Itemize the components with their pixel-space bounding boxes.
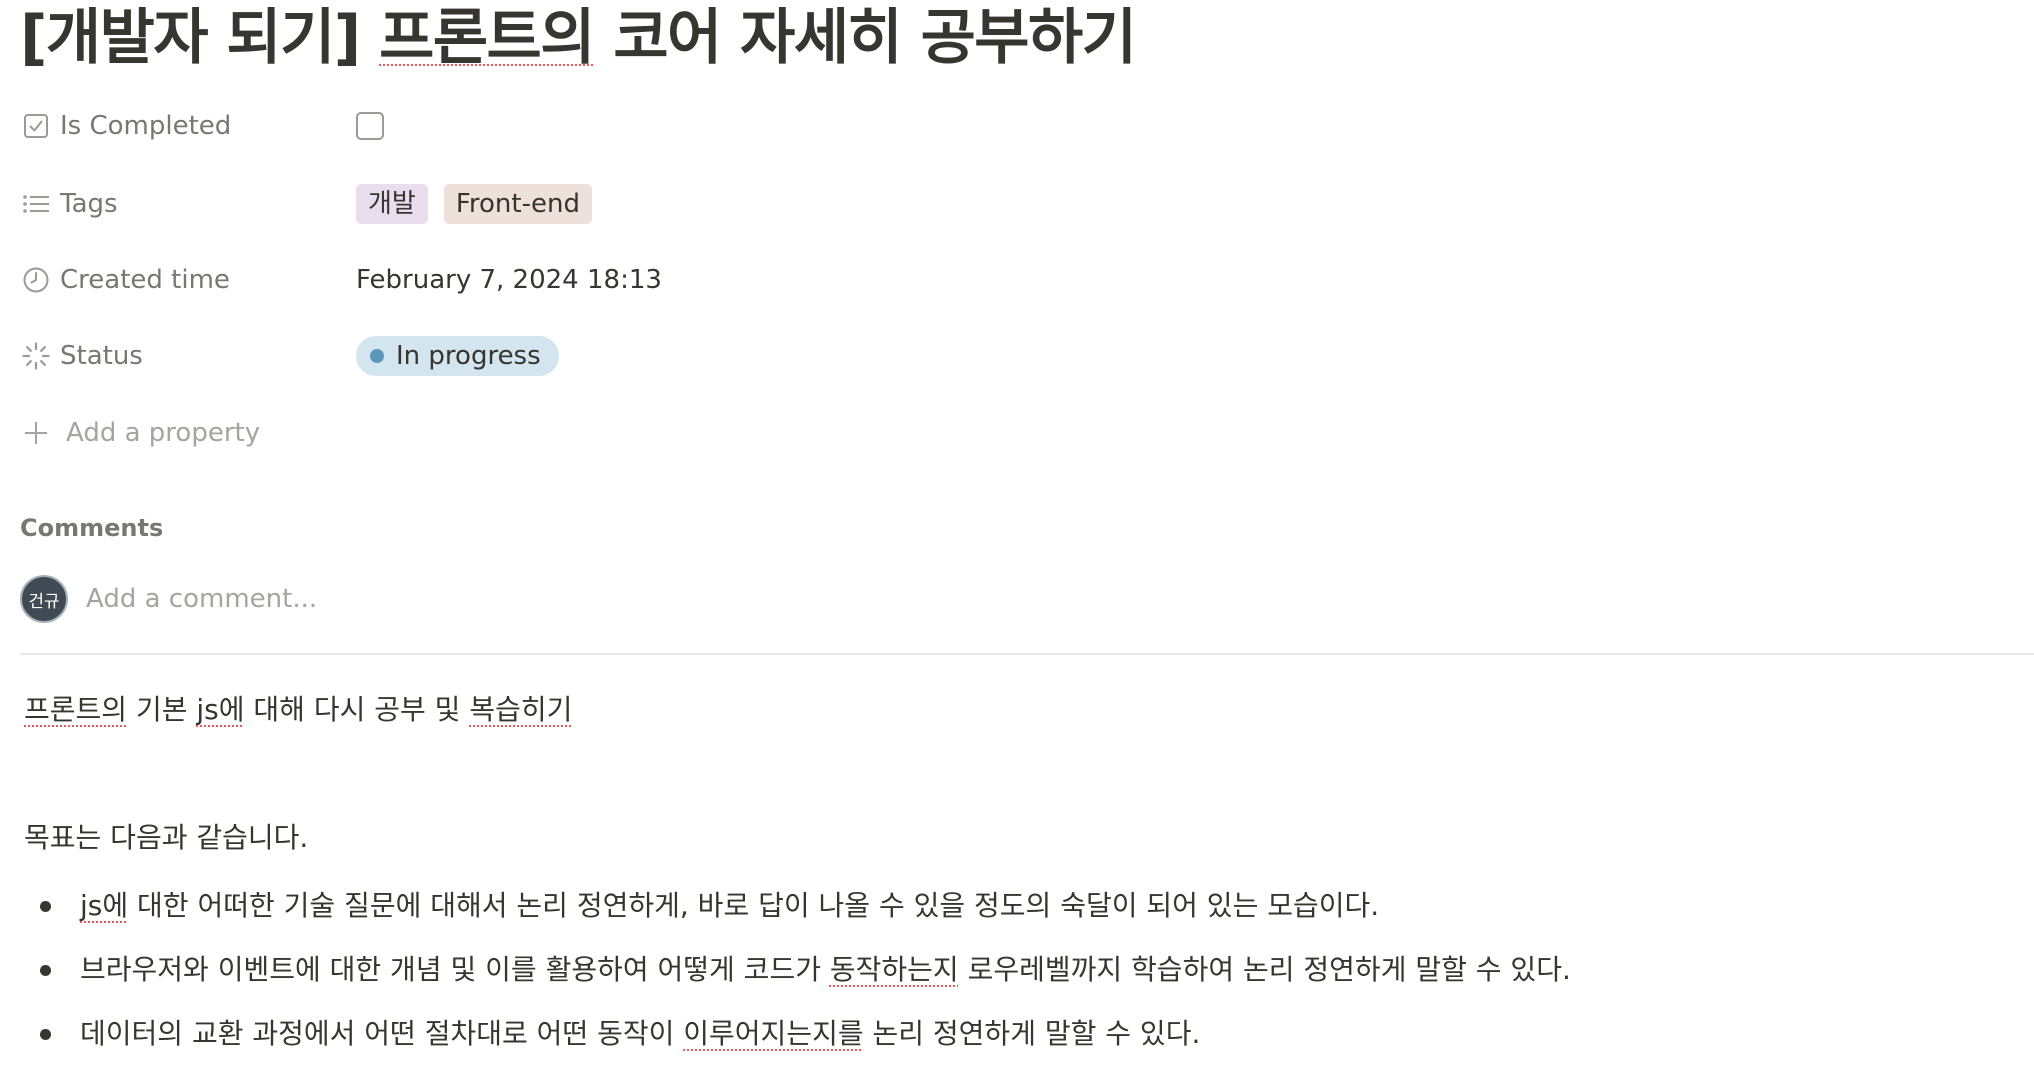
property-row-tags: Tags 개발 Front-end xyxy=(20,177,1020,231)
status-icon xyxy=(20,340,52,372)
spellcheck-word: 동작하는지 xyxy=(829,953,959,986)
property-value-is-completed xyxy=(356,112,384,140)
bullet-dot xyxy=(40,965,51,976)
spellcheck-word: 복습히기 xyxy=(469,693,573,726)
body-text: 기본 xyxy=(127,693,197,726)
body-text: 대해 다시 공부 및 xyxy=(244,693,470,726)
property-label: Is Completed xyxy=(60,111,232,141)
property-name-is-completed[interactable]: Is Completed xyxy=(20,110,356,142)
comment-composer: 건규 xyxy=(20,575,886,623)
title-rest-text: 코어 자세히 공부하기 xyxy=(593,3,1137,73)
is-completed-checkbox[interactable] xyxy=(356,112,384,140)
status-badge[interactable]: In progress xyxy=(356,336,559,376)
add-property-button[interactable]: Add a property xyxy=(20,406,260,460)
bullet-dot xyxy=(40,1029,51,1040)
bullet-text: 대한 어떠한 기술 질문에 대해서 논리 정연하게, 바로 답이 나올 수 있을… xyxy=(128,889,1380,922)
notion-page: [개발자 되기] 프론트의 코어 자세히 공부하기 Is Completed T… xyxy=(0,0,2034,1086)
bullet-text: 논리 정연하게 말할 수 있다. xyxy=(863,1017,1201,1050)
bullet-item[interactable]: 브라우저와 이벤트에 대한 개념 및 이를 활용하여 어떻게 코드가 동작하는지… xyxy=(24,950,1571,1014)
property-name-tags[interactable]: Tags xyxy=(20,188,356,220)
divider xyxy=(20,653,2034,655)
property-row-status: Status In progress xyxy=(20,329,1020,383)
status-label: In progress xyxy=(396,341,541,371)
property-label: Tags xyxy=(60,189,118,219)
body-line-goal-intro[interactable]: 목표는 다음과 같습니다. xyxy=(24,818,308,858)
goal-bullet-list: js에 대한 어떠한 기술 질문에 대해서 논리 정연하게, 바로 답이 나올 … xyxy=(24,886,1571,1078)
spellcheck-word: 이루어지는지를 xyxy=(683,1017,864,1050)
title-bracket-text: [개발자 되기] xyxy=(20,3,380,73)
list-icon xyxy=(20,188,52,220)
property-name-created-time[interactable]: Created time xyxy=(20,264,356,296)
plus-icon xyxy=(20,417,52,449)
spellcheck-word: js에 xyxy=(80,889,129,922)
bullet-item[interactable]: js에 대한 어떠한 기술 질문에 대해서 논리 정연하게, 바로 답이 나올 … xyxy=(24,886,1571,950)
bullet-text: 데이터의 교환 과정에서 어떤 절차대로 어떤 동작이 xyxy=(80,1017,684,1050)
property-value-tags[interactable]: 개발 Front-end xyxy=(356,184,608,224)
property-value-status: In progress xyxy=(356,336,559,376)
spellcheck-word: 프론트의 xyxy=(24,693,128,726)
title-spellcheck-word: 프론트의 xyxy=(379,3,595,73)
tag-개발[interactable]: 개발 xyxy=(356,184,428,224)
checkbox-icon xyxy=(20,110,52,142)
page-title[interactable]: [개발자 되기] 프론트의 코어 자세히 공부하기 xyxy=(20,0,1137,76)
body-line-intro[interactable]: 프론트의 기본 js에 대해 다시 공부 및 복습히기 xyxy=(24,690,572,730)
bullet-dot xyxy=(40,901,51,912)
add-property-label: Add a property xyxy=(66,418,261,448)
bullet-item[interactable]: 데이터의 교환 과정에서 어떤 절차대로 어떤 동작이 이루어지는지를 논리 정… xyxy=(24,1014,1571,1078)
property-row-is-completed: Is Completed xyxy=(20,99,1020,153)
property-value-created-time: February 7, 2024 18:13 xyxy=(356,265,662,295)
property-label: Status xyxy=(60,341,143,371)
property-name-status[interactable]: Status xyxy=(20,340,356,372)
bullet-text: 브라우저와 이벤트에 대한 개념 및 이를 활용하여 어떻게 코드가 xyxy=(80,953,830,986)
property-label: Created time xyxy=(60,265,230,295)
status-dot xyxy=(370,349,384,363)
comment-input[interactable] xyxy=(86,584,886,614)
bullet-text: 로우레벨까지 학습하여 논리 정연하게 말할 수 있다. xyxy=(958,953,1571,986)
tag-front-end[interactable]: Front-end xyxy=(443,184,592,224)
avatar: 건규 xyxy=(20,575,68,623)
comments-heading: Comments xyxy=(20,514,164,542)
clock-icon xyxy=(20,264,52,296)
spellcheck-word: js에 xyxy=(196,693,245,726)
property-row-created-time: Created time February 7, 2024 18:13 xyxy=(20,253,1020,307)
